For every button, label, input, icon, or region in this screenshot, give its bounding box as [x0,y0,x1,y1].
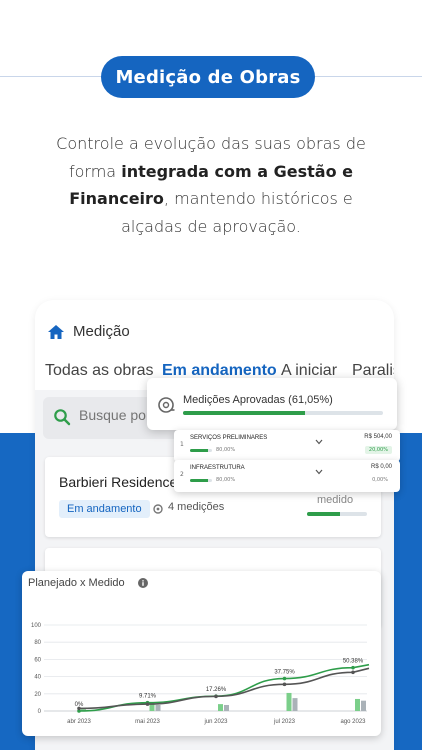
measurement-icon [153,504,163,514]
section-banner: Medição de Obras [101,56,315,98]
data-label: 37.75% [274,670,295,676]
data-label: 17.26% [206,687,227,693]
info-icon[interactable] [138,578,148,588]
y-tick-label: 100 [31,623,42,629]
bar [292,698,298,711]
approved-measurements-label: Medições Aprovadas (61,05%) [183,394,333,406]
line-point [282,682,287,687]
measured-label: medido [317,494,354,506]
y-tick-label: 40 [34,675,41,681]
item-tag: 0,00% [372,477,388,483]
data-label: 0% [75,702,84,708]
planned-vs-measured-chart: 0 20 40 60 80 100 abr 2023 mai 2023 jun 2023 jul … [31,623,370,725]
data-label: 9.71% [139,694,157,700]
approved-progress-bar [183,411,383,415]
item-progress-fill [190,449,208,452]
line-point [214,694,218,699]
intro-text: Controle a evolução das suas obras de fo… [56,134,366,236]
y-tick-label: 20 [34,692,41,698]
project-progress-fill [307,512,340,516]
line-point [282,676,287,681]
bar [155,704,161,711]
tab-todas-as-obras[interactable]: Todas as obras [45,362,154,380]
status-badge: Em andamento [59,500,150,518]
y-tick-label: 0 [38,709,42,715]
item-progress-bar [190,449,212,452]
approved-progress-fill [183,411,306,415]
chart-title: Planejado x Medido [28,577,125,589]
chart-card: 0 20 40 60 80 100 abr 2023 mai 2023 jun 2023 jul … [22,571,381,736]
measurement-item[interactable]: 1 SERVIÇOS PRELIMINARES 80,00% R$ 504,00… [174,430,400,462]
measurement-count: 4 medições [168,501,225,513]
line-point [145,702,150,706]
bar [224,704,229,711]
item-progress-fill [190,479,208,482]
item-name: INFRAESTRUTURA [190,465,245,471]
x-tick-label: jun 2023 [203,719,228,725]
item-progress-bar [190,479,212,482]
item-value: R$ 0,00 [370,464,392,470]
x-tick-label: jul 2023 [273,719,296,725]
bar [355,698,360,711]
item-value: R$ 504,00 [364,434,392,440]
item-tag: 20,00% [364,446,392,454]
y-tick-label: 80 [34,640,41,646]
line-point [351,665,355,670]
y-tick-label: 60 [34,657,41,663]
home-icon[interactable] [47,324,65,340]
measurement-tape-icon [158,397,175,413]
x-tick-label: mai 2023 [135,719,160,725]
chevron-down-icon[interactable] [315,439,323,445]
x-tick-label: abr 2023 [67,719,91,725]
item-name: SERVIÇOS PRELIMINARES [190,435,268,441]
app-bar: Medição [35,300,394,360]
measurement-item[interactable]: 2 INFRAESTRUTURA 80,00% R$ 0,00 0,00% [174,460,400,492]
chevron-down-icon[interactable] [315,469,323,475]
item-percentage: 80,00% [216,477,236,483]
bar [286,692,292,711]
search-icon [54,409,71,426]
line-point [351,670,355,675]
x-tick-label: ago 2023 [340,719,366,725]
item-number: 2 [180,471,184,478]
page-title: Medição [73,323,130,340]
bar [218,704,223,711]
item-percentage: 80,00% [216,447,236,453]
data-label: 50.38% [343,659,364,665]
project-title: Barbieri Residence [59,474,178,490]
bar [361,700,366,711]
item-number: 1 [180,441,184,448]
project-progress-bar [307,512,367,516]
approved-measurements-popup: Medições Aprovadas (61,05%) [147,378,397,430]
